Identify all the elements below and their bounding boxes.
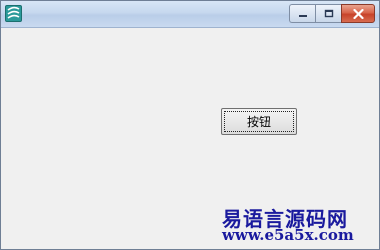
minimize-icon [298, 14, 307, 17]
watermark-url: www.e5a5x.com [222, 226, 354, 244]
maximize-button[interactable] [315, 4, 341, 23]
minimize-button[interactable] [289, 4, 315, 23]
close-button[interactable] [341, 4, 375, 23]
app-icon[interactable] [5, 5, 22, 22]
title-bar [1, 1, 379, 28]
main-button-label: 按钮 [246, 115, 271, 129]
close-icon [352, 8, 364, 19]
main-button[interactable]: 按钮 [221, 108, 297, 135]
window-controls [289, 4, 375, 23]
maximize-icon [324, 9, 333, 18]
